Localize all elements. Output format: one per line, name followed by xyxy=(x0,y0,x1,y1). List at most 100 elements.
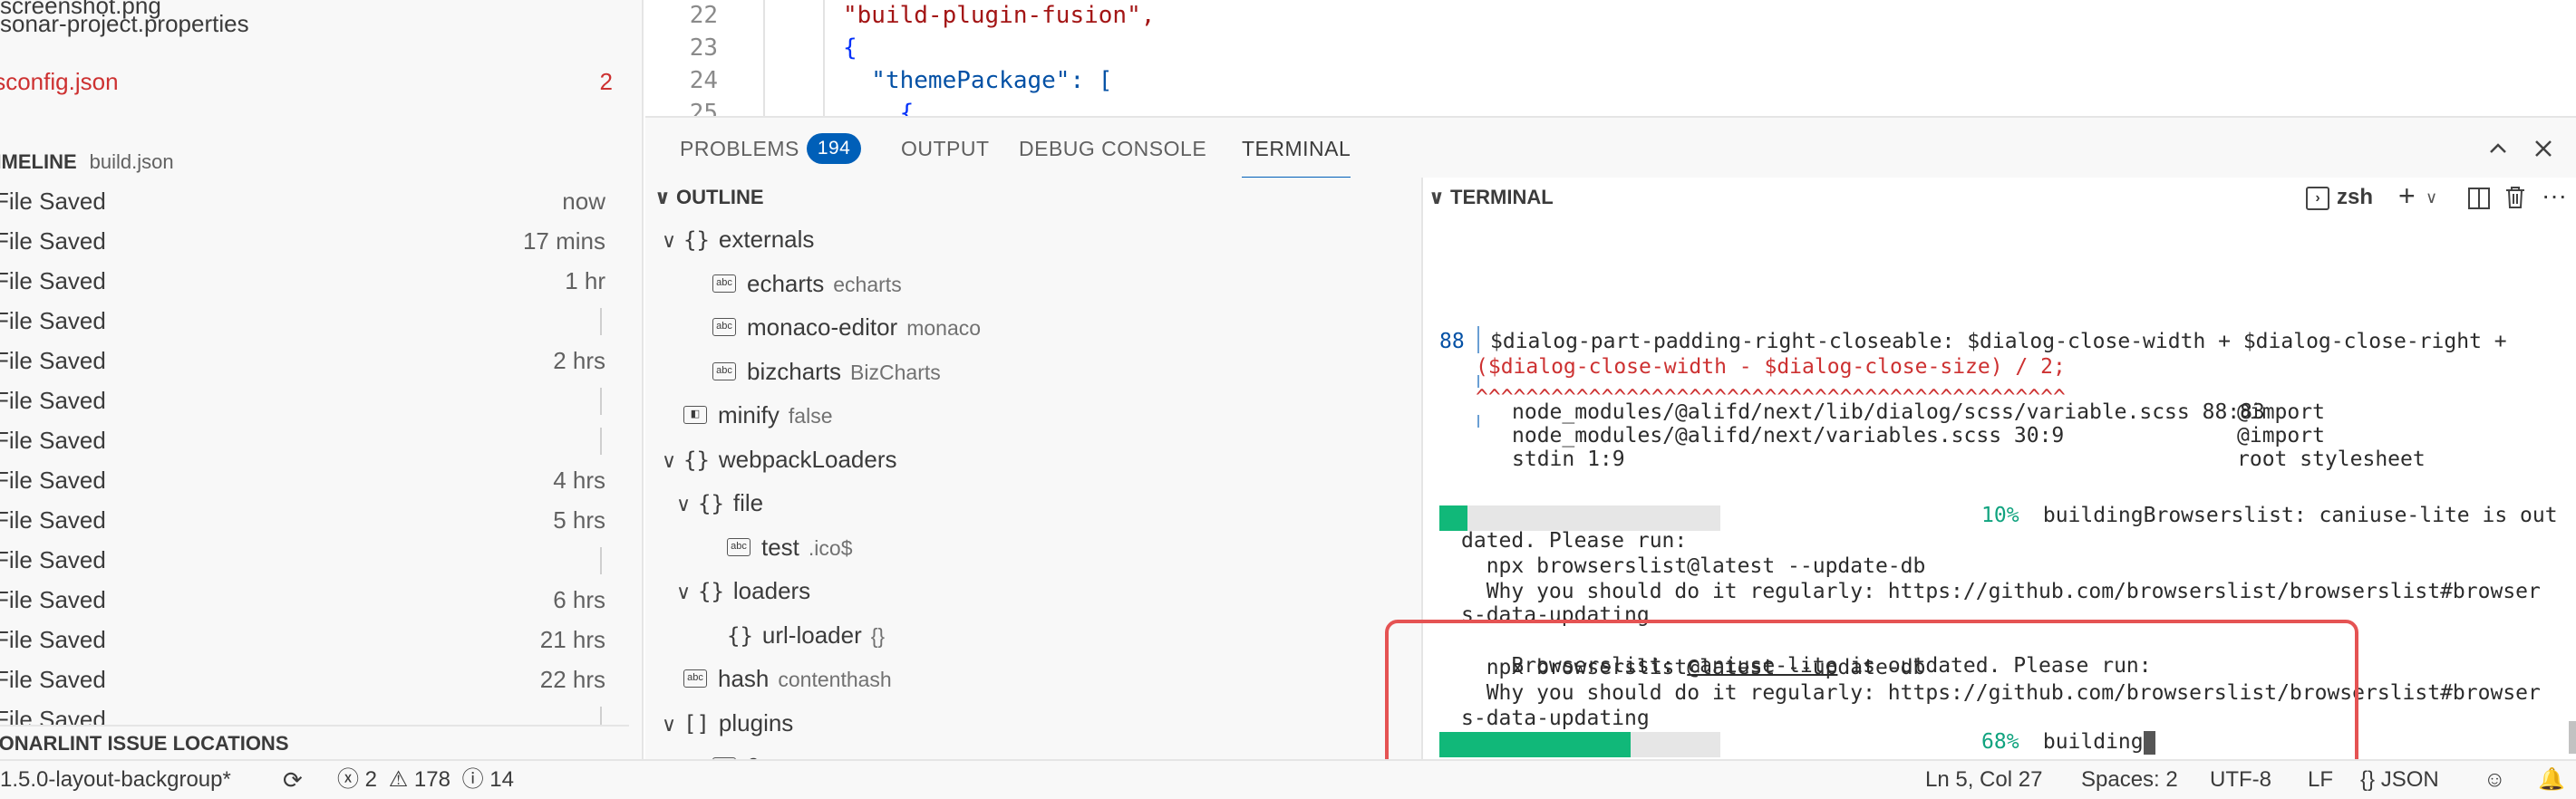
timeline-entry[interactable]: File Saved now xyxy=(0,181,620,221)
outline-item[interactable]: abc test .ico$ xyxy=(705,527,853,567)
timeline-entry[interactable]: File Saved xyxy=(0,420,620,460)
outline-item[interactable]: ∨{} webpackLoaders xyxy=(662,439,905,479)
string-icon: abc xyxy=(712,361,736,380)
close-panel-icon[interactable] xyxy=(2531,136,2556,161)
branch-indicator[interactable]: 1.5.0-layout-backgroup* xyxy=(0,761,231,799)
outline-item[interactable]: ∨ {} externals xyxy=(662,219,823,259)
maximize-panel-icon[interactable] xyxy=(2485,136,2511,161)
timeline-entry[interactable]: File Saved 1 hr xyxy=(0,261,620,301)
timeline-entry[interactable]: File Saved 22 hrs xyxy=(0,659,620,699)
boolean-icon: ◧ xyxy=(683,406,707,425)
eol-text: LF xyxy=(2308,767,2334,792)
cursor-position[interactable]: Ln 5, Col 27 xyxy=(1925,761,2042,799)
outline-item[interactable]: abc bizcharts BizCharts xyxy=(691,351,941,391)
terminal-title: TERMINAL xyxy=(1450,186,1554,208)
indentation[interactable]: Spaces: 2 xyxy=(2081,761,2178,799)
file-item-sonar-project[interactable]: sonar-project.properties xyxy=(0,5,625,42)
code-line: { xyxy=(843,100,915,116)
warning-count: 178 xyxy=(413,767,450,792)
sonarlint-title: SONARLINT ISSUE LOCATIONS xyxy=(0,732,289,755)
outline-item[interactable]: abc monaco-editor monaco xyxy=(691,307,981,347)
tab-problems[interactable]: PROBLEMS 194 xyxy=(680,118,862,179)
outline-item-label: file xyxy=(732,489,764,516)
sync-icon[interactable]: ⟳ xyxy=(283,761,303,799)
timeline-entry[interactable]: File Saved xyxy=(0,301,620,341)
code-editor[interactable]: 22 "build-plugin-fusion", 23 { 24 "theme… xyxy=(645,0,2576,116)
terminal-shell-selector[interactable]: › zsh xyxy=(2306,183,2373,212)
timeline-entry[interactable]: File Saved xyxy=(0,540,620,580)
outline-item-detail: contenthash xyxy=(778,668,892,691)
language-mode[interactable]: {} JSON xyxy=(2360,761,2439,799)
timeline-entry[interactable]: File Saved 5 hrs xyxy=(0,500,620,540)
more-actions-icon[interactable]: ··· xyxy=(2542,179,2567,212)
timeline-entry[interactable]: File Saved 21 hrs xyxy=(0,620,620,659)
problems-count-badge: 194 xyxy=(806,132,862,164)
sonarlint-header[interactable]: SONARLINT ISSUE LOCATIONS xyxy=(0,725,629,759)
tab-terminal[interactable]: TERMINAL xyxy=(1242,118,1351,179)
outline-item[interactable]: ◧ minify false xyxy=(662,395,833,435)
outline-item-label: url-loader xyxy=(761,621,862,649)
status-bar: 1.5.0-layout-backgroup* ⟳ ⓧ 2 ⚠ 178 ⓘ 14… xyxy=(0,759,2576,799)
line-number: 25 xyxy=(689,100,718,116)
outline-item[interactable]: abc hash contenthash xyxy=(662,659,892,698)
shell-name: zsh xyxy=(2337,185,2374,209)
terminal-scrollbar[interactable] xyxy=(2569,721,2576,754)
error-count-badge: 2 xyxy=(599,68,613,95)
timeline-entry-time: 22 hrs xyxy=(539,666,605,693)
tab-debug-console[interactable]: DEBUG CONSOLE xyxy=(1019,118,1206,179)
terminal-header[interactable]: ∨ TERMINAL xyxy=(1428,178,1554,217)
object-icon: {} xyxy=(727,622,753,649)
file-item-tsconfig[interactable]: tsconfig.json 2 xyxy=(0,63,613,100)
outline-item-label: externals xyxy=(718,226,815,253)
outline-item[interactable]: ∨[] plugins xyxy=(662,703,802,743)
tab-output[interactable]: OUTPUT xyxy=(901,118,990,179)
terminal-code-line: ($dialog-close-width - $dialog-close-siz… xyxy=(1476,355,2066,379)
timeline-entry-time: 4 hrs xyxy=(553,467,605,494)
object-icon: {} xyxy=(698,579,724,604)
feedback-icon[interactable]: ☺ xyxy=(2484,761,2506,799)
encoding[interactable]: UTF-8 xyxy=(2210,761,2271,799)
timeline-connector xyxy=(600,547,602,574)
outline-item-label: monaco-editor xyxy=(747,313,898,341)
object-icon: {} xyxy=(698,491,724,516)
timeline-entry-label: File Saved xyxy=(0,467,106,494)
string-icon: abc xyxy=(712,318,736,337)
timeline-entry[interactable]: File Saved xyxy=(0,380,620,420)
outline-item-label: hash xyxy=(718,665,770,692)
spaces-text: Spaces: 2 xyxy=(2081,767,2178,792)
timeline-entry-label: File Saved xyxy=(0,227,106,255)
timeline-entry-label: File Saved xyxy=(0,626,106,653)
outline-item[interactable]: ∨ {} file xyxy=(676,483,772,523)
code-line: "build-plugin-fusion", xyxy=(843,2,1156,29)
timeline-header[interactable]: TIMELINE build.json xyxy=(0,145,627,179)
outline-item[interactable]: abc0 xyxy=(691,746,769,759)
timeline-entry-label: File Saved xyxy=(0,546,106,573)
progress-text: buildingBrowserslist: caniuse-lite is ou… xyxy=(2030,504,2558,527)
outline-item[interactable]: ∨ {} loaders xyxy=(676,571,819,611)
outline-item-detail: false xyxy=(788,404,833,428)
tab-label: PROBLEMS xyxy=(680,137,799,160)
outline-item-label: bizcharts xyxy=(747,357,842,385)
outline-item[interactable]: {} url-loader {} xyxy=(705,615,885,655)
timeline-entry[interactable]: File Saved 4 hrs xyxy=(0,460,620,500)
chevron-down-icon: ∨ xyxy=(654,186,671,208)
chevron-down-icon[interactable]: ∨ xyxy=(2426,185,2437,210)
outline-item[interactable]: abc echarts echarts xyxy=(691,264,902,303)
trace-path: node_modules/@alifd/next/variables.scss … xyxy=(1512,424,2065,448)
terminal-output-line: dated. Please run: xyxy=(1461,529,1688,553)
trash-icon[interactable] xyxy=(2503,185,2527,210)
outline-header[interactable]: ∨ OUTLINE xyxy=(654,178,764,217)
end-of-line[interactable]: LF xyxy=(2308,761,2333,799)
encoding-text: UTF-8 xyxy=(2210,767,2271,792)
timeline-entry[interactable]: File Saved 6 hrs xyxy=(0,580,620,620)
timeline-entry[interactable]: File Saved 17 mins xyxy=(0,221,620,261)
timeline-connector xyxy=(600,428,602,455)
new-terminal-icon[interactable]: + xyxy=(2398,179,2416,212)
notifications-icon[interactable]: 🔔 xyxy=(2538,761,2565,799)
problems-summary[interactable]: ⓧ 2 ⚠ 178 ⓘ 14 xyxy=(337,761,514,799)
timeline-entry[interactable]: File Saved 2 hrs xyxy=(0,341,620,380)
explorer-sidebar: screenshot.png sonar-project.properties … xyxy=(0,0,644,759)
tab-label: TERMINAL xyxy=(1242,137,1351,160)
timeline-entry-label: File Saved xyxy=(0,586,106,613)
split-terminal-icon[interactable] xyxy=(2467,187,2491,210)
